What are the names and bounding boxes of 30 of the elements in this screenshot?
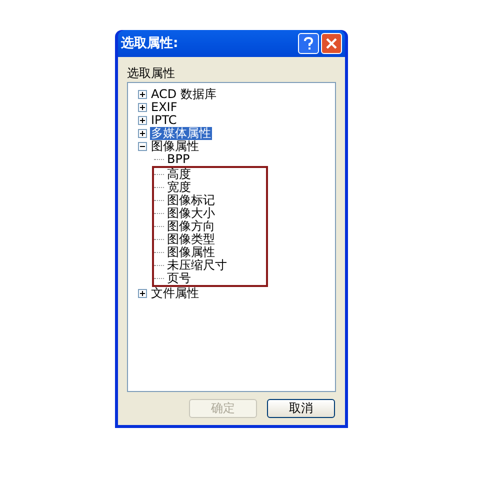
tree-item[interactable]: 文件属性 — [150, 287, 200, 300]
tree-item[interactable]: 高度 — [167, 168, 191, 181]
minus-icon[interactable] — [138, 142, 147, 151]
close-button[interactable] — [321, 33, 342, 54]
plus-icon[interactable] — [138, 289, 147, 298]
plus-icon[interactable] — [138, 116, 147, 125]
tree-item[interactable]: IPTC — [150, 114, 178, 127]
plus-icon[interactable] — [138, 103, 147, 112]
tree-item[interactable]: 图像大小 — [167, 207, 215, 220]
tree-item[interactable]: 图像类型 — [167, 233, 215, 246]
tree-item[interactable]: 页号 — [167, 272, 191, 285]
tree-item[interactable]: 图像方向 — [167, 220, 215, 233]
tree-item[interactable]: 未压缩尺寸 — [167, 259, 227, 272]
close-icon — [326, 38, 337, 49]
tree-label: 选取属性 — [127, 66, 176, 80]
window-title: 选取属性: — [121, 34, 178, 53]
tree-item[interactable]: 图像属性 — [150, 140, 200, 153]
tree-view[interactable]: ACD 数据库 EXIF IPTC 多媒体属性 图像属性 BPP 高度 宽度 图像标记 图像大小 图像方向 图像类型 图像属性 未压缩尺寸 页号 文件属性 — [127, 82, 336, 392]
plus-icon[interactable] — [138, 90, 147, 99]
tree-item[interactable]: BPP — [167, 153, 190, 166]
dialog-button[interactable]: 取消 — [267, 399, 335, 418]
tree-item[interactable]: ACD 数据库 — [150, 88, 218, 101]
help-icon — [304, 37, 313, 50]
tree-item[interactable]: 图像标记 — [167, 194, 215, 207]
tree-item[interactable]: EXIF — [150, 101, 178, 114]
plus-icon[interactable] — [138, 129, 147, 138]
tree-item[interactable]: 多媒体属性 — [150, 127, 212, 140]
tree-item[interactable]: 宽度 — [167, 181, 191, 194]
help-button[interactable] — [298, 33, 319, 54]
tree-item[interactable]: 图像属性 — [167, 246, 215, 259]
